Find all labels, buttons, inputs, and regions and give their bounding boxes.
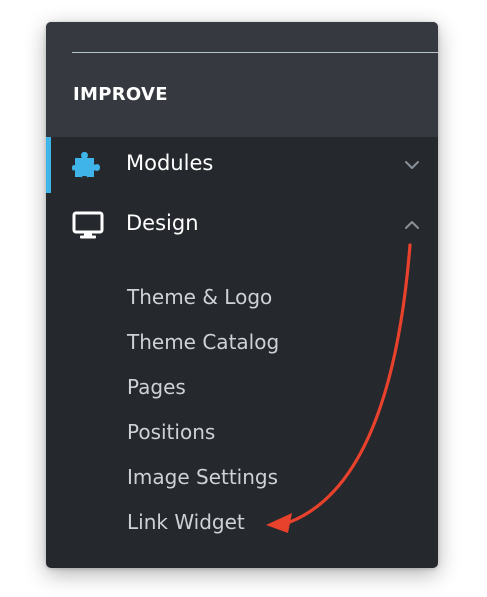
submenu-item-image-settings[interactable]: Image Settings [127, 460, 417, 505]
puzzle-icon [72, 152, 100, 178]
submenu-item-link-widget[interactable]: Link Widget [127, 505, 417, 550]
section-header: IMPROVE [46, 22, 438, 137]
monitor-icon [72, 211, 104, 239]
sidebar-item-label: Design [126, 211, 199, 235]
submenu-item-pages[interactable]: Pages [127, 370, 417, 415]
sidebar-item-design[interactable]: Design [46, 197, 438, 253]
header-divider [72, 52, 438, 53]
chevron-up-icon[interactable] [404, 217, 420, 233]
chevron-down-icon[interactable] [404, 157, 420, 173]
sidebar-item-label: Modules [126, 151, 214, 175]
section-title: IMPROVE [73, 84, 168, 105]
sidebar-item-modules[interactable]: Modules [46, 137, 438, 193]
submenu-item-theme-catalog[interactable]: Theme Catalog [127, 325, 417, 370]
submenu-item-positions[interactable]: Positions [127, 415, 417, 460]
design-submenu: Theme & Logo Theme Catalog Pages Positio… [127, 280, 417, 550]
submenu-item-theme-logo[interactable]: Theme & Logo [127, 280, 417, 325]
active-indicator [46, 137, 51, 193]
sidebar-panel: IMPROVE Modules Design Theme & Logo Them… [46, 22, 438, 568]
